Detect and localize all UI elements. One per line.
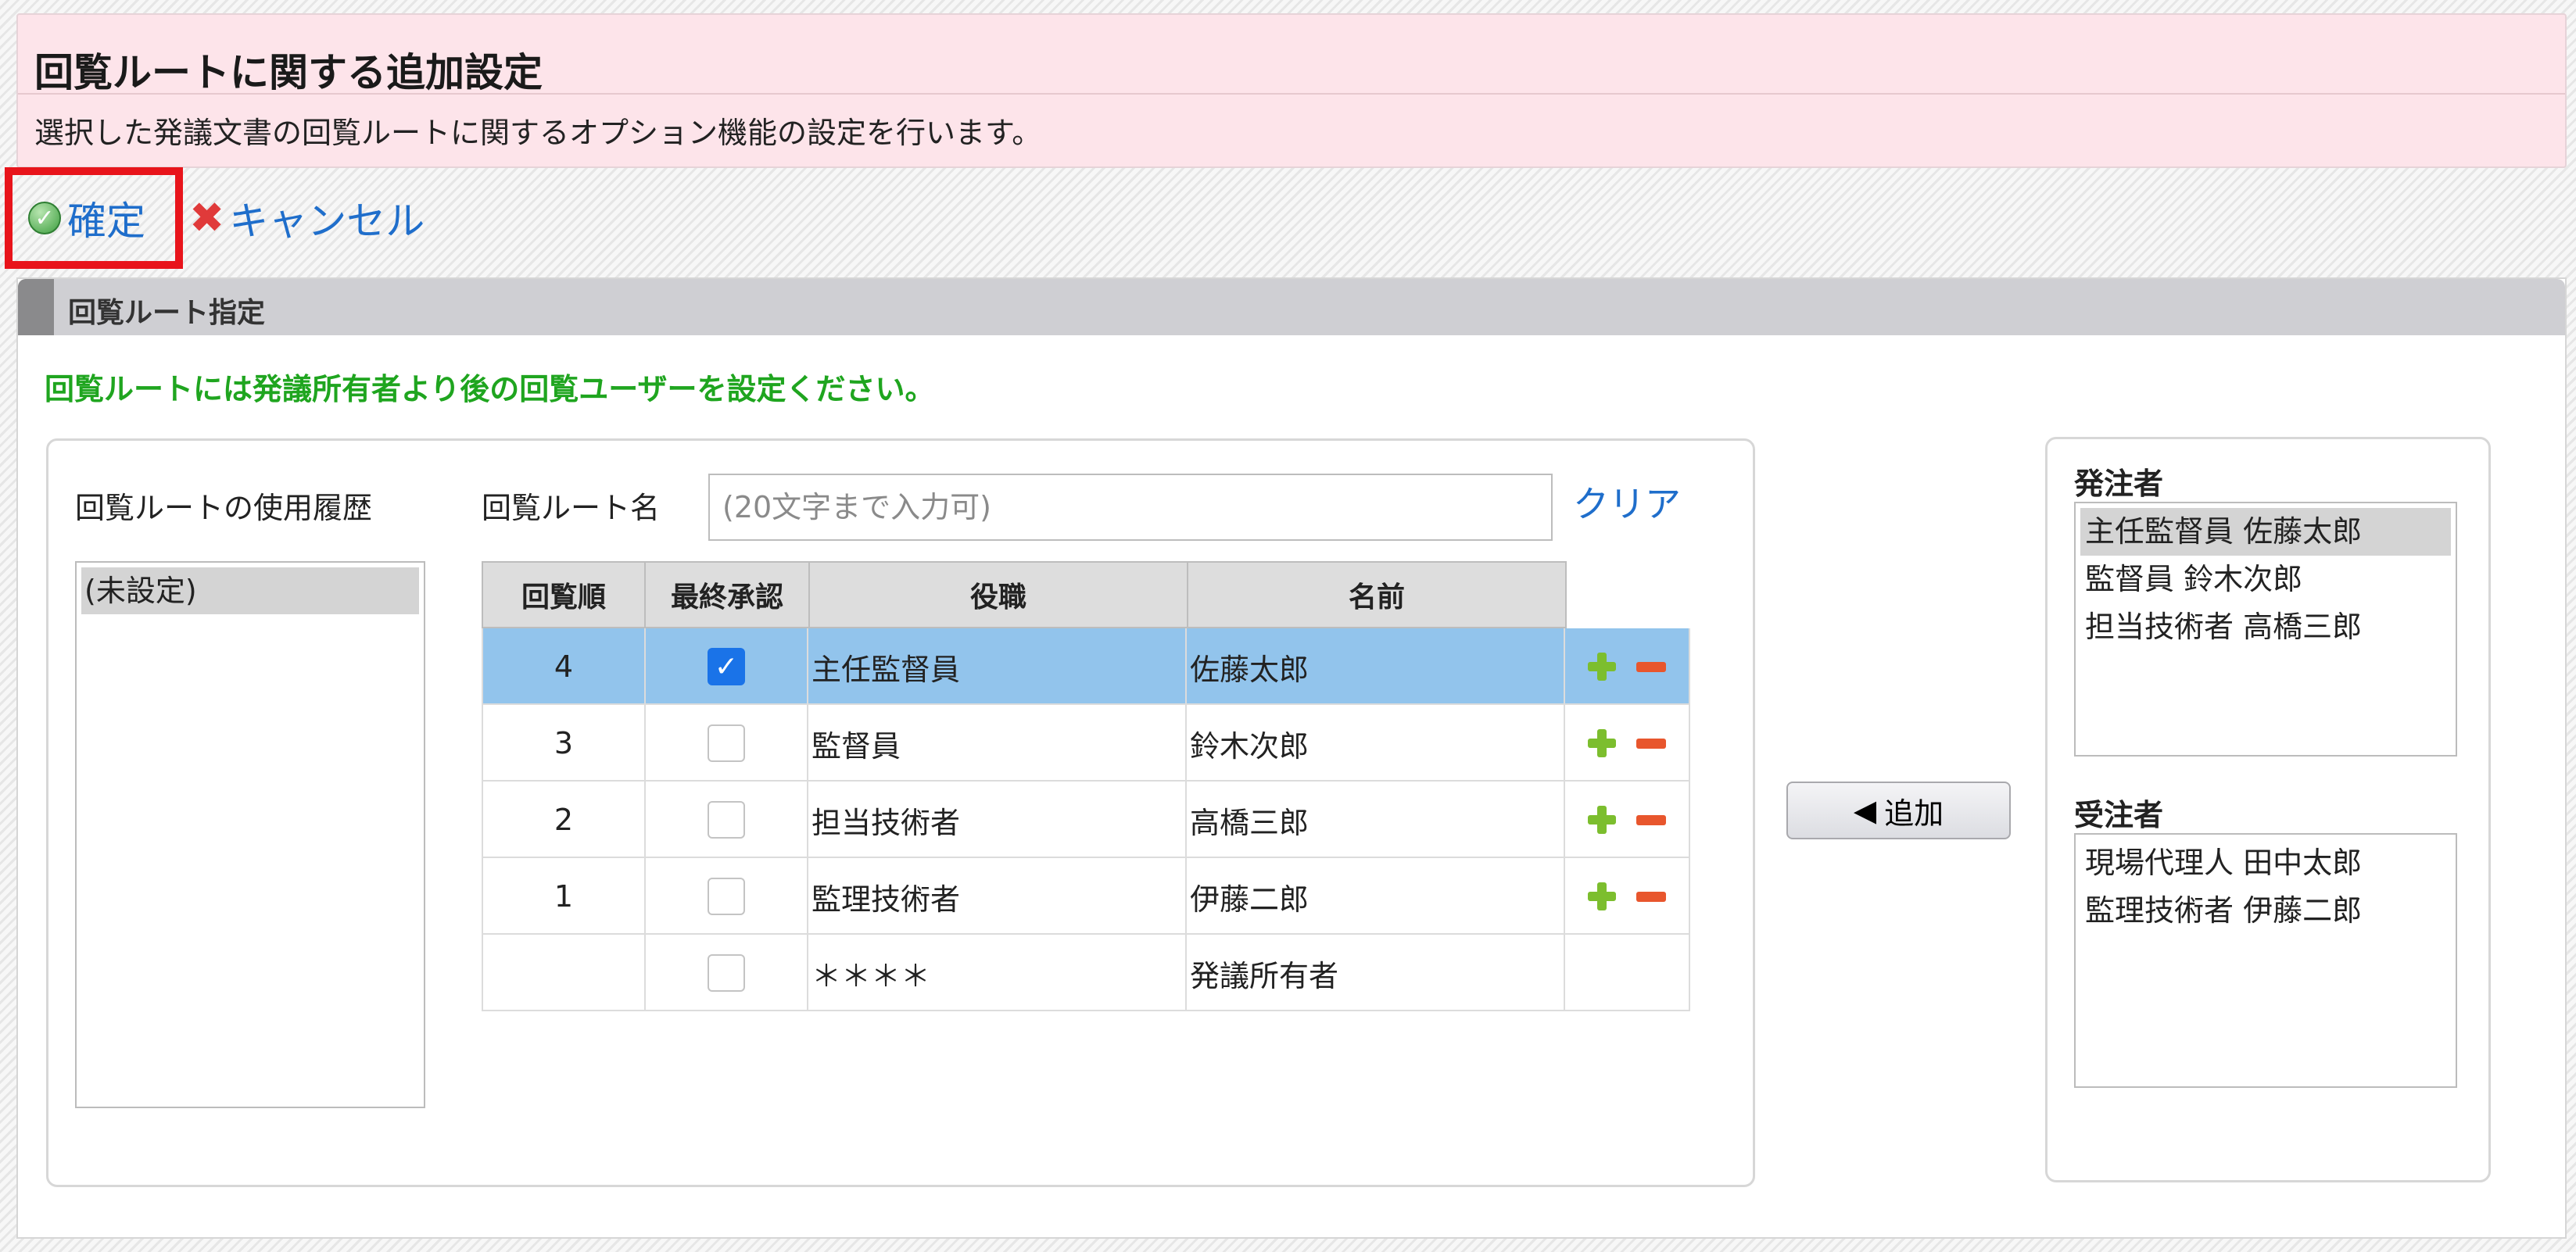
clear-link[interactable]: クリア xyxy=(1573,476,1681,528)
page-description: 選択した発議文書の回覧ルートに関するオプション機能の設定を行います。 xyxy=(34,116,1042,150)
order-cell: 3 xyxy=(482,705,646,782)
row-actions xyxy=(1565,705,1690,782)
orderer-item[interactable]: 監督員 鈴木次郎 xyxy=(2080,556,2451,603)
close-icon: ✖ xyxy=(189,193,225,242)
route-box: 回覧ルートの使用履歴 (未設定) 回覧ルート名 クリア 回覧順 最終承認 役職 … xyxy=(46,438,1755,1187)
name-cell: 伊藤二郎 xyxy=(1187,858,1565,935)
column-header-final-approval: 最終承認 xyxy=(644,561,810,628)
final-approval-cell xyxy=(646,782,808,858)
table-row[interactable]: 4 ✓ 主任監督員 佐藤太郎 xyxy=(482,628,1690,705)
contractor-label: 受注者 xyxy=(2074,798,2164,832)
orderer-item[interactable]: 担当技術者 高橋三郎 xyxy=(2080,603,2451,651)
final-approval-checkbox[interactable]: ✓ xyxy=(708,648,745,685)
check-circle-icon: ✓ xyxy=(28,202,61,234)
remove-row-icon[interactable] xyxy=(1636,738,1666,749)
position-cell: 主任監督員 xyxy=(808,628,1187,705)
position-cell: 監督員 xyxy=(808,705,1187,782)
orderer-item[interactable]: 主任監督員 佐藤太郎 xyxy=(2080,508,2451,556)
name-cell: 高橋三郎 xyxy=(1187,782,1565,858)
row-actions xyxy=(1565,858,1690,935)
name-cell: 佐藤太郎 xyxy=(1187,628,1565,705)
orderer-label: 発注者 xyxy=(2074,467,2164,501)
contractor-list[interactable]: 現場代理人 田中太郎 監理技術者 伊藤二郎 xyxy=(2074,833,2457,1088)
column-header-name: 名前 xyxy=(1187,561,1567,628)
section-accent xyxy=(18,279,54,335)
final-approval-cell xyxy=(646,858,808,935)
column-header-position: 役職 xyxy=(808,561,1188,628)
add-button[interactable]: ◀ 追加 xyxy=(1786,782,2011,839)
column-header-order: 回覧順 xyxy=(482,561,646,628)
section-header: 回覧ルート指定 xyxy=(18,279,2565,335)
history-list[interactable]: (未設定) xyxy=(75,561,425,1108)
route-name-label: 回覧ルート名 xyxy=(482,491,661,525)
position-cell: 監理技術者 xyxy=(808,858,1187,935)
order-cell xyxy=(482,935,646,1011)
route-name-input[interactable] xyxy=(708,474,1553,541)
add-button-label: 追加 xyxy=(1884,796,1944,831)
remove-row-icon[interactable] xyxy=(1636,814,1666,825)
section-title: 回覧ルート指定 xyxy=(68,297,266,329)
name-cell: 鈴木次郎 xyxy=(1187,705,1565,782)
position-cell: ＊＊＊＊ xyxy=(808,935,1187,1011)
page-header: 回覧ルートに関する追加設定 選択した発議文書の回覧ルートに関するオプション機能の… xyxy=(16,13,2567,168)
final-approval-checkbox[interactable] xyxy=(708,724,745,762)
contractor-item[interactable]: 現場代理人 田中太郎 xyxy=(2080,839,2451,887)
final-approval-cell xyxy=(646,935,808,1011)
final-approval-checkbox[interactable] xyxy=(708,801,745,839)
table-row[interactable]: 3 監督員 鈴木次郎 xyxy=(482,705,1690,782)
final-approval-checkbox[interactable] xyxy=(708,878,745,915)
add-row-icon[interactable] xyxy=(1588,653,1616,681)
orderer-list[interactable]: 主任監督員 佐藤太郎 監督員 鈴木次郎 担当技術者 高橋三郎 xyxy=(2074,502,2457,757)
order-cell: 1 xyxy=(482,858,646,935)
remove-row-icon[interactable] xyxy=(1636,891,1666,902)
table-row: ＊＊＊＊ 発議所有者 xyxy=(482,935,1690,1011)
row-actions xyxy=(1565,935,1690,1011)
add-row-icon[interactable] xyxy=(1588,729,1616,757)
history-item[interactable]: (未設定) xyxy=(81,567,419,614)
table-row[interactable]: 1 監理技術者 伊藤二郎 xyxy=(482,858,1690,935)
name-cell: 発議所有者 xyxy=(1187,935,1565,1011)
history-label: 回覧ルートの使用履歴 xyxy=(75,491,373,525)
position-cell: 担当技術者 xyxy=(808,782,1187,858)
remove-row-icon[interactable] xyxy=(1636,661,1666,672)
order-cell: 4 xyxy=(482,628,646,705)
route-table: 回覧順 最終承認 役職 名前 4 ✓ 主任監督員 佐藤太郎 3 監督員 鈴木次郎… xyxy=(482,561,1690,1016)
page-title: 回覧ルートに関する追加設定 xyxy=(34,50,543,95)
final-approval-cell: ✓ xyxy=(646,628,808,705)
add-row-icon[interactable] xyxy=(1588,806,1616,834)
arrow-left-icon: ◀ xyxy=(1853,793,1877,828)
cancel-button[interactable]: ✖ キャンセル xyxy=(189,167,425,269)
cancel-label: キャンセル xyxy=(229,199,425,244)
row-actions xyxy=(1565,628,1690,705)
confirm-button[interactable]: ✓ 確定 xyxy=(5,167,183,269)
table-row[interactable]: 2 担当技術者 高橋三郎 xyxy=(482,782,1690,858)
confirm-label: 確定 xyxy=(67,199,145,244)
header-divider xyxy=(18,93,2565,95)
final-approval-cell xyxy=(646,705,808,782)
contractor-item[interactable]: 監理技術者 伊藤二郎 xyxy=(2080,887,2451,935)
notice-text: 回覧ルートには発議所有者より後の回覧ユーザーを設定ください。 xyxy=(45,372,935,406)
add-row-icon[interactable] xyxy=(1588,882,1616,910)
final-approval-checkbox[interactable] xyxy=(708,954,745,992)
order-cell: 2 xyxy=(482,782,646,858)
row-actions xyxy=(1565,782,1690,858)
user-selection-box: 発注者 主任監督員 佐藤太郎 監督員 鈴木次郎 担当技術者 高橋三郎 受注者 現… xyxy=(2045,437,2491,1182)
